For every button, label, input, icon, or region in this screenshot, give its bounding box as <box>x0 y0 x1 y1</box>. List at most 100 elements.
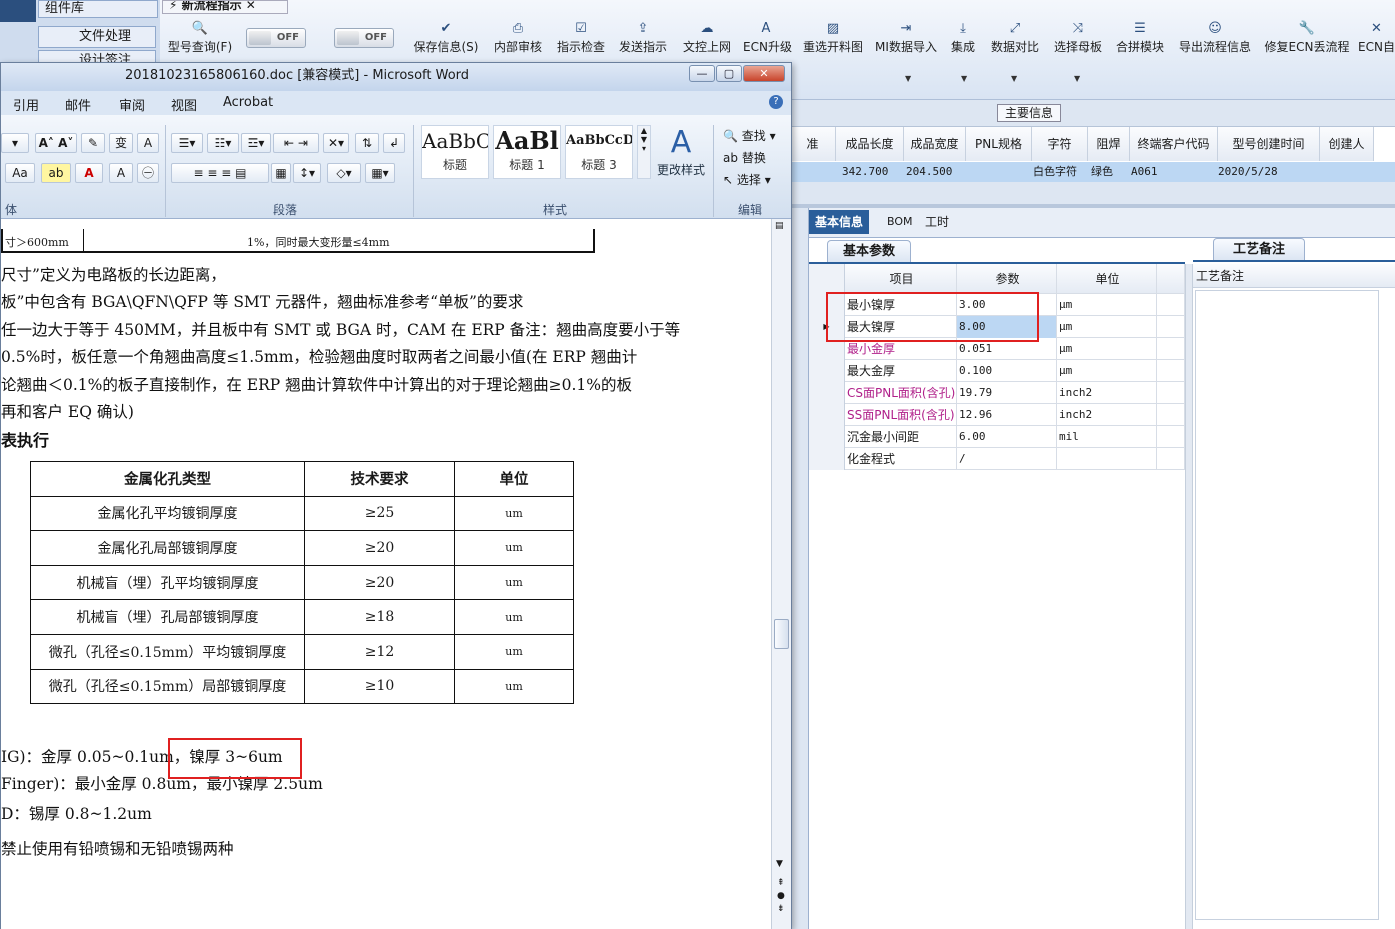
chinese-layout-icon[interactable]: ✕▾ <box>323 133 349 153</box>
reselect-cut-button[interactable]: ▨ 重选开料图 <box>800 20 866 60</box>
change-case-icon[interactable]: Aa <box>5 163 35 183</box>
font-color-icon[interactable]: A <box>75 163 103 183</box>
borders-icon[interactable]: ▦▾ <box>365 163 395 183</box>
grid-cell[interactable]: 342.700 <box>842 162 888 182</box>
tab-bom[interactable]: BOM <box>881 210 919 234</box>
table-row[interactable]: 化金程式 / <box>809 448 1185 470</box>
help-icon[interactable]: ? <box>769 95 783 109</box>
font-size-dropdown[interactable]: ▾ <box>1 133 29 153</box>
repair-ecn-button[interactable]: 🔧 修复ECN丢流程 <box>1264 20 1350 60</box>
ecn-auto-button[interactable]: ✕ ECN自 <box>1358 20 1395 60</box>
phonetic-icon[interactable]: 变 <box>109 133 133 153</box>
tab-basic-params[interactable]: 基本参数 <box>827 240 911 262</box>
tab-review[interactable]: 审阅 <box>119 95 145 114</box>
send-instruction-button[interactable]: ⇪ 发送指示 <box>617 20 669 60</box>
replace-button[interactable]: ab 替换 <box>723 149 766 166</box>
vertical-scrollbar[interactable]: ▤ ▼ ⇞ ● ⇟ <box>771 219 791 929</box>
grid-header[interactable]: 阻焊 <box>1088 127 1130 161</box>
clear-format-icon[interactable]: ✎ <box>81 133 105 153</box>
component-library-tab[interactable]: 组件库 <box>38 0 158 18</box>
chevron-down-icon[interactable]: ▼ <box>905 74 911 83</box>
param-value[interactable]: 12.96 <box>957 404 1057 426</box>
param-value[interactable]: 0.100 <box>957 360 1057 382</box>
line-spacing-icon[interactable]: ↕▾ <box>293 163 321 183</box>
table-row[interactable]: 沉金最小间距 6.00 mil <box>809 426 1185 448</box>
ecn-upgrade-button[interactable]: A ECN升级 <box>743 20 792 60</box>
remarks-textarea[interactable] <box>1195 290 1379 920</box>
param-value[interactable]: / <box>957 448 1057 470</box>
model-query-button[interactable]: 🔍 型号查询(F) <box>164 20 236 60</box>
chevron-down-icon[interactable]: ▼ <box>1074 74 1080 83</box>
merge-module-button[interactable]: ☰ 合拼模块 <box>1114 20 1166 60</box>
panel-splitter[interactable] <box>1185 264 1193 929</box>
grid-header[interactable]: 型号创建时间 <box>1218 127 1320 161</box>
sort-icon[interactable]: ⇅ <box>355 133 379 153</box>
show-marks-icon[interactable]: ↲ <box>383 133 405 153</box>
tab-process-remarks[interactable]: 工艺备注 <box>1213 238 1305 260</box>
save-info-button[interactable]: ✔ 保存信息(S) <box>411 20 481 60</box>
find-button[interactable]: 🔍 查找 ▾ <box>723 127 776 144</box>
chevron-down-icon[interactable]: ▼ <box>1011 74 1017 83</box>
style-heading-1[interactable]: AaBl 标题 1 <box>493 125 561 179</box>
change-styles-button[interactable]: A 更改样式 <box>655 125 707 195</box>
table-row[interactable]: 最大金厚 0.100 μm <box>809 360 1185 382</box>
document-page[interactable]: 寸＞600mm 1%，同时最大变形量≤4mm 尺寸”定义为电路板的长边距离， 板… <box>1 219 771 929</box>
grid-header[interactable]: 成品宽度 <box>904 127 966 161</box>
browse-object-icon[interactable]: ⇞ ● ⇟ <box>777 877 785 916</box>
data-compare-button[interactable]: ⤢ 数据对比 <box>988 20 1042 60</box>
doc-online-button[interactable]: ☁ 文控上网 <box>681 20 733 60</box>
check-instruction-button[interactable]: ☑ 指示检查 <box>555 20 607 60</box>
indent-icon[interactable]: ⇤ ⇥ <box>273 133 319 153</box>
auto-sign-toggle[interactable]: OFF <box>334 28 394 48</box>
grid-header[interactable]: 创建人 <box>1320 127 1374 161</box>
tab-view[interactable]: 视图 <box>171 95 197 114</box>
char-border-icon[interactable]: A <box>137 133 159 153</box>
close-button[interactable]: ✕ <box>743 65 785 82</box>
grid-cell[interactable]: 204.500 <box>906 162 952 182</box>
char-shading-icon[interactable]: A <box>109 163 133 183</box>
tab-acrobat[interactable]: Acrobat <box>223 95 273 110</box>
file-processing-tab[interactable]: 文件处理 <box>38 26 156 48</box>
scrollbar-thumb[interactable] <box>774 619 789 649</box>
params-col-value[interactable]: 参数 <box>957 264 1057 294</box>
params-col-item[interactable]: 项目 <box>845 264 957 294</box>
style-title[interactable]: AaBbC 标题 <box>421 125 489 179</box>
edit-flow-toggle[interactable]: OFF <box>246 28 306 48</box>
numbering-icon[interactable]: ☷▾ <box>207 133 239 153</box>
ruler-toggle-icon[interactable]: ▤ <box>775 221 788 233</box>
grid-cell[interactable]: A061 <box>1131 162 1158 182</box>
menu-icon[interactable] <box>0 0 36 22</box>
grid-header[interactable]: 成品长度 <box>836 127 904 161</box>
select-mother-board-button[interactable]: ⤨ 选择母板 <box>1052 20 1104 60</box>
enclose-char-icon[interactable]: ㊀ <box>137 163 159 183</box>
scroll-down-icon[interactable]: ▼ <box>776 859 783 869</box>
grow-font-button[interactable]: A˄ A˅ <box>35 133 77 153</box>
align-icons[interactable]: ≡ ≡ ≡ ▤ <box>171 163 269 183</box>
shading-icon[interactable]: ◇▾ <box>327 163 361 183</box>
select-button[interactable]: ↖ 选择 ▾ <box>723 171 771 188</box>
highlight-color-icon[interactable]: ab <box>41 163 71 183</box>
param-value[interactable]: 19.79 <box>957 382 1057 404</box>
grid-header[interactable]: 字符 <box>1032 127 1088 161</box>
param-value[interactable]: 6.00 <box>957 426 1057 448</box>
chevron-down-icon[interactable]: ▼ <box>961 74 967 83</box>
active-module-tab[interactable]: ⚡ 新流程指示 ✕ <box>162 0 288 14</box>
integrate-button[interactable]: ⤓ 集成 <box>948 20 978 60</box>
distribute-icon[interactable]: ▦ <box>271 163 291 183</box>
bullets-icon[interactable]: ☰▾ <box>171 133 203 153</box>
multilevel-list-icon[interactable]: ☲▾ <box>241 133 271 153</box>
maximize-button[interactable]: ▢ <box>716 65 742 82</box>
grid-cell[interactable]: 绿色 <box>1091 162 1113 182</box>
table-row[interactable]: CS面PNL面积(含孔) 19.79 inch2 <box>809 382 1185 404</box>
grid-header[interactable]: 准 <box>790 127 836 161</box>
style-heading-3[interactable]: AaBbCcD 标题 3 <box>565 125 633 179</box>
style-scroll[interactable]: ▲ ▼ ▾ <box>637 125 651 179</box>
params-col-unit[interactable]: 单位 <box>1057 264 1157 294</box>
tab-work-hours[interactable]: 工时 <box>919 210 955 234</box>
mi-import-button[interactable]: ⇥ MI数据导入 <box>874 20 938 60</box>
tab-mailings[interactable]: 邮件 <box>65 95 91 114</box>
grid-header[interactable]: PNL规格 <box>966 127 1032 161</box>
word-title-bar[interactable]: 20181023165806160.doc [兼容模式] - Microsoft… <box>1 63 791 91</box>
export-flow-button[interactable]: ☺ 导出流程信息 <box>1176 20 1254 60</box>
tab-basic-info[interactable]: 基本信息 <box>809 210 870 234</box>
